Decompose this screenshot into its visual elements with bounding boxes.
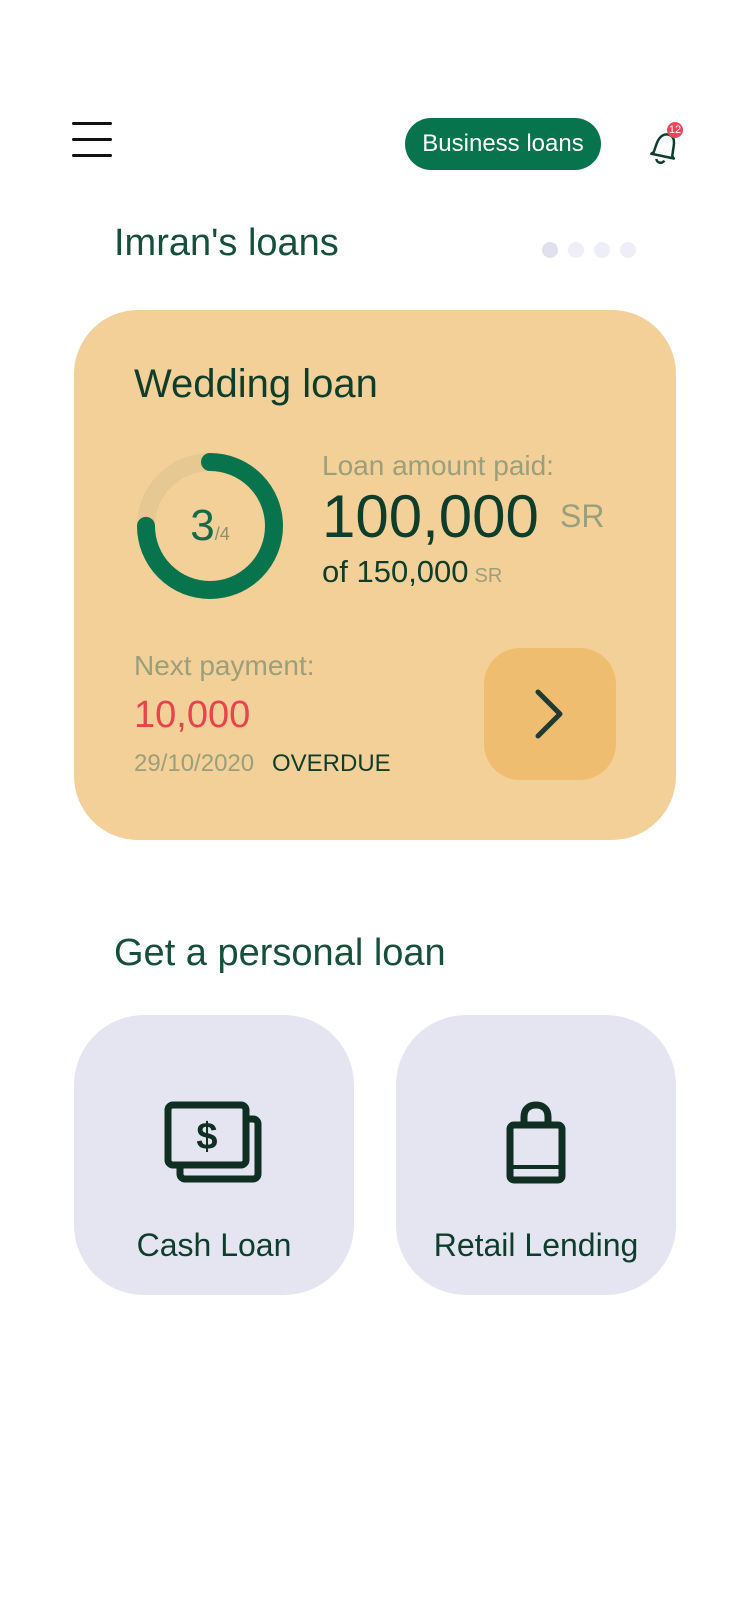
cash-loan-label: Cash Loan (136, 1227, 292, 1263)
cash-icon: $ (164, 1101, 264, 1190)
business-loans-button[interactable]: Business loans (405, 118, 601, 170)
next-payment-date: 29/10/2020 (134, 750, 255, 777)
next-payment-amount: 10,000 (134, 694, 251, 736)
carousel-dot[interactable] (594, 242, 610, 258)
installments-total: /4 (214, 524, 230, 544)
total-amount-unit: SR (474, 565, 503, 587)
installments-paid: 3 (190, 501, 215, 550)
overdue-status: OVERDUE (272, 750, 391, 777)
next-payment-label: Next payment: (134, 650, 315, 681)
installment-count: 3/4 (134, 450, 286, 602)
paid-amount: 100,000 (322, 483, 539, 550)
chevron-right-icon (535, 689, 563, 739)
loans-section-title: Imran's loans (114, 222, 339, 264)
shopping-bag-icon (504, 1101, 568, 1190)
personal-loan-title: Get a personal loan (114, 932, 446, 974)
carousel-dot-active[interactable] (542, 242, 558, 258)
retail-lending-tile[interactable]: Retail Lending (396, 1015, 676, 1295)
total-amount: of 150,000 SR (322, 554, 502, 590)
total-amount-value: of 150,000 (322, 554, 469, 589)
loan-title: Wedding loan (134, 362, 378, 406)
paid-label: Loan amount paid: (322, 450, 554, 481)
carousel-indicator (542, 242, 636, 258)
carousel-dot[interactable] (568, 242, 584, 258)
svg-text:$: $ (196, 1116, 217, 1158)
paid-unit: SR (560, 498, 605, 534)
carousel-dot[interactable] (620, 242, 636, 258)
cash-loan-tile[interactable]: $ Cash Loan (74, 1015, 354, 1295)
notification-badge: 12 (667, 122, 683, 138)
hamburger-icon[interactable] (72, 122, 112, 158)
loan-details-button[interactable] (484, 648, 616, 780)
loan-card[interactable]: Wedding loan 3/4 Loan amount paid: 100,0… (74, 310, 676, 840)
retail-lending-label: Retail Lending (433, 1227, 639, 1263)
